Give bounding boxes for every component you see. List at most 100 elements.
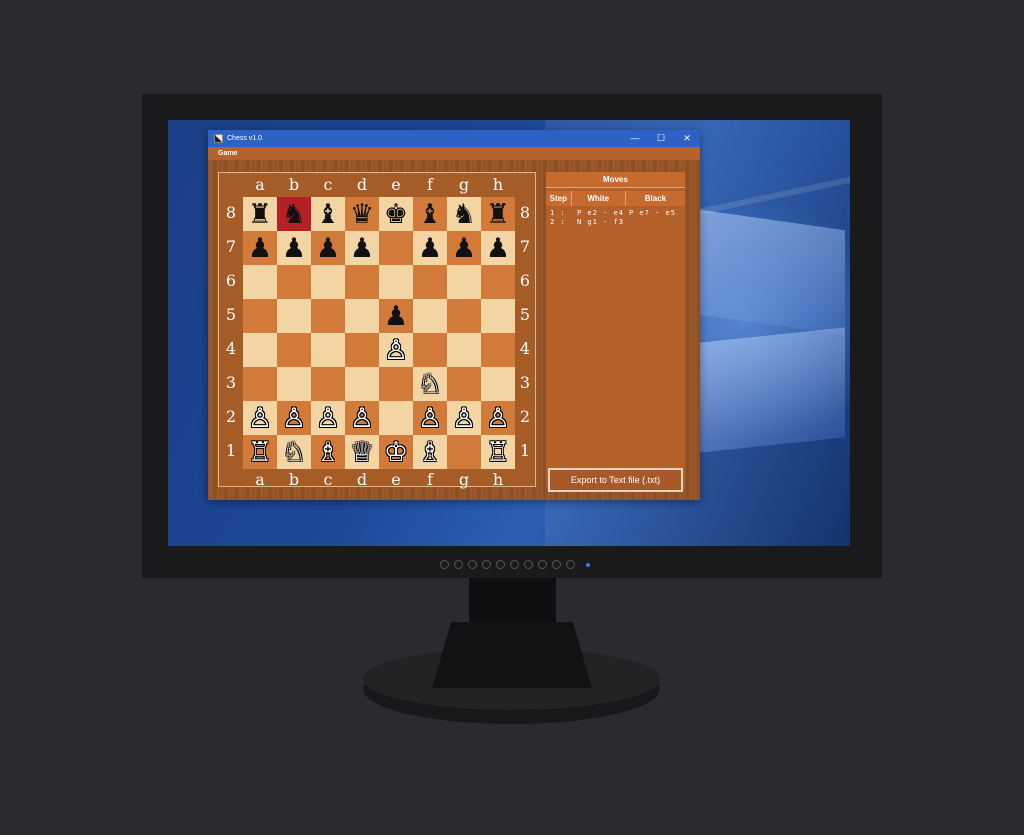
chess-piece[interactable]: ♔ <box>384 439 408 466</box>
square-c5[interactable] <box>311 299 345 333</box>
chess-piece[interactable]: ♟ <box>282 235 306 262</box>
square-b1[interactable]: ♘ <box>277 435 311 469</box>
chess-piece[interactable]: ♟ <box>248 235 272 262</box>
square-f8[interactable]: ♝ <box>413 197 447 231</box>
square-h8[interactable]: ♜ <box>481 197 515 231</box>
chess-piece[interactable]: ♙ <box>486 405 510 432</box>
square-h2[interactable]: ♙ <box>481 401 515 435</box>
square-e2[interactable] <box>379 401 413 435</box>
monitor-button[interactable] <box>454 560 463 569</box>
monitor-button[interactable] <box>440 560 449 569</box>
chess-piece[interactable]: ♙ <box>418 405 442 432</box>
square-a8[interactable]: ♜ <box>243 197 277 231</box>
monitor-button[interactable] <box>552 560 561 569</box>
square-e7[interactable] <box>379 231 413 265</box>
square-d6[interactable] <box>345 265 379 299</box>
monitor-button[interactable] <box>496 560 505 569</box>
chess-piece[interactable]: ♙ <box>452 405 476 432</box>
square-a2[interactable]: ♙ <box>243 401 277 435</box>
square-d3[interactable] <box>345 367 379 401</box>
chess-piece[interactable]: ♕ <box>350 439 374 466</box>
square-g4[interactable] <box>447 333 481 367</box>
square-b7[interactable]: ♟ <box>277 231 311 265</box>
square-g5[interactable] <box>447 299 481 333</box>
chess-piece[interactable]: ♙ <box>316 405 340 432</box>
square-a3[interactable] <box>243 367 277 401</box>
square-f4[interactable] <box>413 333 447 367</box>
monitor-button[interactable] <box>482 560 491 569</box>
square-c8[interactable]: ♝ <box>311 197 345 231</box>
square-h4[interactable] <box>481 333 515 367</box>
square-d4[interactable] <box>345 333 379 367</box>
square-e3[interactable] <box>379 367 413 401</box>
chess-piece[interactable]: ♙ <box>282 405 306 432</box>
square-h6[interactable] <box>481 265 515 299</box>
square-f6[interactable] <box>413 265 447 299</box>
square-g7[interactable]: ♟ <box>447 231 481 265</box>
chess-piece[interactable]: ♗ <box>316 439 340 466</box>
square-b5[interactable] <box>277 299 311 333</box>
monitor-button[interactable] <box>468 560 477 569</box>
chess-piece[interactable]: ♟ <box>452 235 476 262</box>
chess-piece[interactable]: ♙ <box>350 405 374 432</box>
square-f1[interactable]: ♗ <box>413 435 447 469</box>
title-bar[interactable]: Chess v1.0 — ☐ ✕ <box>208 130 700 147</box>
square-e5[interactable]: ♟ <box>379 299 413 333</box>
square-g3[interactable] <box>447 367 481 401</box>
square-b3[interactable] <box>277 367 311 401</box>
chess-piece[interactable]: ♘ <box>418 371 442 398</box>
monitor-button[interactable] <box>524 560 533 569</box>
square-h3[interactable] <box>481 367 515 401</box>
chess-piece[interactable]: ♙ <box>384 337 408 364</box>
square-e8[interactable]: ♚ <box>379 197 413 231</box>
square-d7[interactable]: ♟ <box>345 231 379 265</box>
chess-piece[interactable]: ♖ <box>248 439 272 466</box>
square-a7[interactable]: ♟ <box>243 231 277 265</box>
chess-piece[interactable]: ♝ <box>316 201 340 228</box>
square-c3[interactable] <box>311 367 345 401</box>
monitor-button[interactable] <box>538 560 547 569</box>
chess-board[interactable]: ♜ ♞ ♝ ♛ ♚ ♝ ♞ ♜ ♟ ♟ ♟ ♟ ♟ ♟ ♟ ♟ ♙ ♘ ♙ ♙ ♙ ♙ ♙ ♙ ♙ ♖ ♘ ♗ ♕ ♔ ♗ ♖ <box>243 197 515 469</box>
square-g8[interactable]: ♞ <box>447 197 481 231</box>
square-a1[interactable]: ♖ <box>243 435 277 469</box>
chess-piece[interactable]: ♖ <box>486 439 510 466</box>
square-d1[interactable]: ♕ <box>345 435 379 469</box>
square-g1[interactable] <box>447 435 481 469</box>
square-c2[interactable]: ♙ <box>311 401 345 435</box>
close-button[interactable]: ✕ <box>674 133 700 144</box>
chess-piece[interactable]: ♝ <box>418 201 442 228</box>
minimize-button[interactable]: — <box>622 133 648 144</box>
chess-piece[interactable]: ♟ <box>350 235 374 262</box>
chess-piece[interactable]: ♟ <box>418 235 442 262</box>
square-c7[interactable]: ♟ <box>311 231 345 265</box>
square-d5[interactable] <box>345 299 379 333</box>
chess-piece[interactable]: ♛ <box>350 201 374 228</box>
chess-piece[interactable]: ♚ <box>384 201 408 228</box>
chess-piece[interactable]: ♙ <box>248 405 272 432</box>
chess-piece[interactable]: ♜ <box>486 201 510 228</box>
square-f2[interactable]: ♙ <box>413 401 447 435</box>
square-a4[interactable] <box>243 333 277 367</box>
square-c1[interactable]: ♗ <box>311 435 345 469</box>
monitor-button[interactable] <box>566 560 575 569</box>
square-g2[interactable]: ♙ <box>447 401 481 435</box>
square-b4[interactable] <box>277 333 311 367</box>
square-b8[interactable]: ♞ <box>277 197 311 231</box>
chess-piece[interactable]: ♞ <box>452 201 476 228</box>
square-e1[interactable]: ♔ <box>379 435 413 469</box>
square-d8[interactable]: ♛ <box>345 197 379 231</box>
square-c6[interactable] <box>311 265 345 299</box>
square-c4[interactable] <box>311 333 345 367</box>
monitor-button[interactable] <box>510 560 519 569</box>
chess-piece[interactable]: ♟ <box>384 303 408 330</box>
square-d2[interactable]: ♙ <box>345 401 379 435</box>
square-a5[interactable] <box>243 299 277 333</box>
square-b2[interactable]: ♙ <box>277 401 311 435</box>
square-f3[interactable]: ♘ <box>413 367 447 401</box>
chess-piece[interactable]: ♘ <box>282 439 306 466</box>
chess-piece[interactable]: ♟ <box>316 235 340 262</box>
square-a6[interactable] <box>243 265 277 299</box>
square-b6[interactable] <box>277 265 311 299</box>
square-h1[interactable]: ♖ <box>481 435 515 469</box>
export-button[interactable]: Export to Text file (.txt) <box>548 468 683 492</box>
